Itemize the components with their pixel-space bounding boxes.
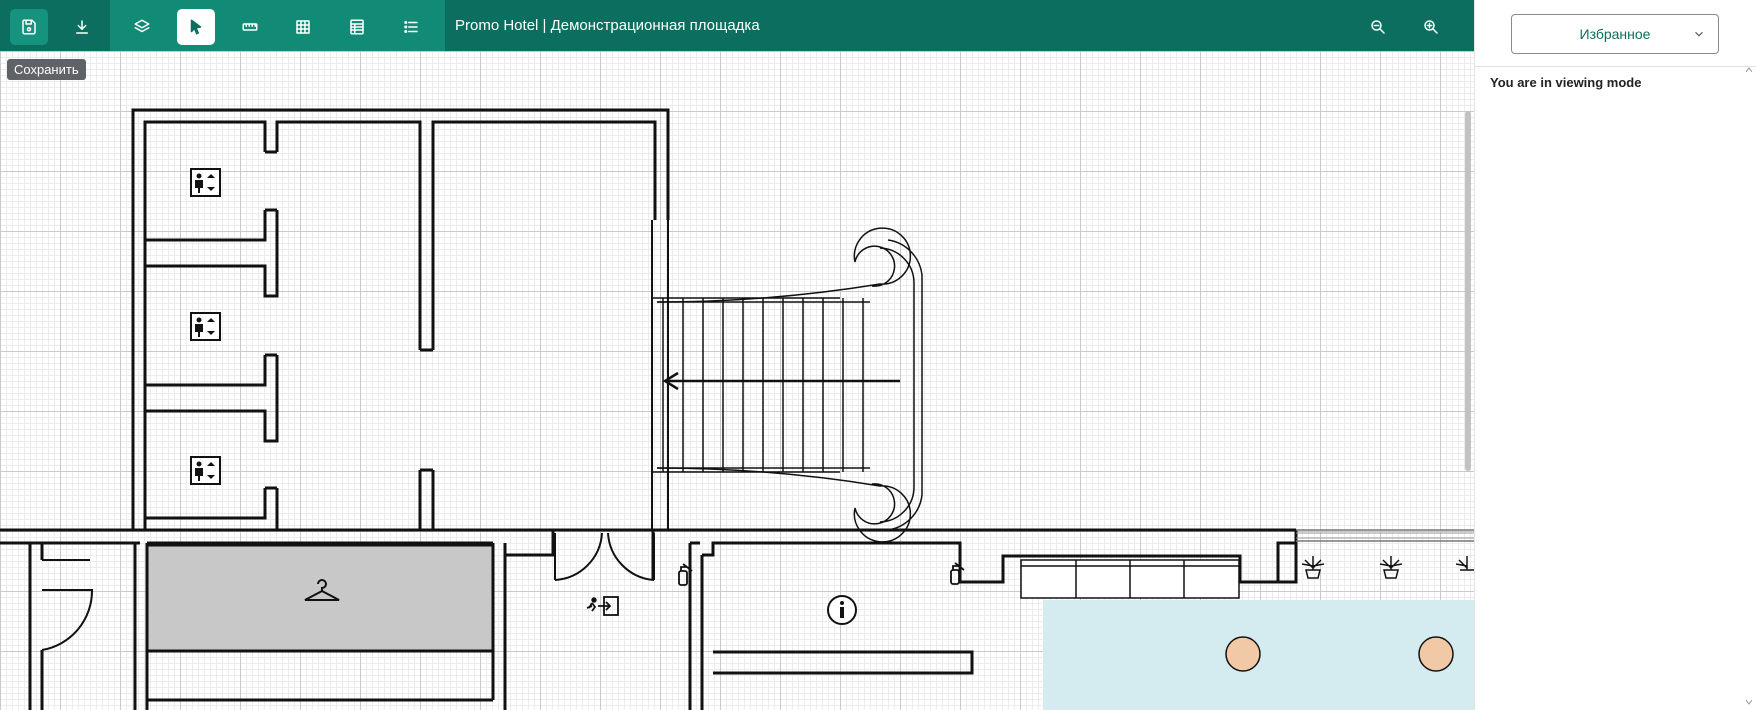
download-button[interactable] [63, 9, 101, 45]
elevator-icon [190, 168, 221, 197]
plant-icon [1455, 556, 1474, 571]
grid-icon [296, 20, 310, 34]
round-table[interactable] [1418, 636, 1454, 672]
zoom-out-icon [1371, 20, 1385, 34]
elevator-icon [190, 456, 221, 485]
floor-plan-editor: Promo Hotel | Демонстрационная площадка … [0, 0, 1756, 710]
list-icon [404, 21, 418, 33]
layers-button[interactable] [123, 9, 161, 45]
canvas-scrollbar[interactable] [1465, 111, 1471, 471]
panel-scrollbar[interactable] [1746, 66, 1752, 706]
favorites-label: Избранное [1579, 26, 1651, 42]
table-icon [350, 19, 364, 35]
elevator-icon [190, 312, 221, 341]
side-panel-header: Избранное [1475, 0, 1756, 67]
ruler-button[interactable] [231, 9, 269, 45]
list-button[interactable] [392, 9, 430, 45]
info-icon [827, 595, 857, 625]
round-table[interactable] [1225, 636, 1261, 672]
side-panel: Избранное You are in viewing mode [1474, 0, 1756, 710]
wardrobe-area[interactable] [145, 543, 495, 653]
cursor-icon [190, 19, 202, 35]
save-button[interactable] [10, 9, 48, 45]
top-toolbar: Promo Hotel | Демонстрационная площадка [0, 0, 1474, 51]
table-button[interactable] [338, 9, 376, 45]
download-icon [76, 20, 88, 34]
page-title: Promo Hotel | Демонстрационная площадка [455, 17, 760, 34]
grid-button[interactable] [284, 9, 322, 45]
select-tool-button[interactable] [177, 9, 215, 45]
zoom-out-button[interactable] [1359, 9, 1397, 45]
layers-icon [134, 19, 150, 33]
staircase[interactable] [652, 227, 923, 543]
save-icon [22, 19, 36, 35]
plant-icon [1301, 556, 1325, 579]
zoom-in-icon [1424, 20, 1438, 34]
plant-icon [1379, 556, 1403, 579]
zoom-in-button[interactable] [1412, 9, 1450, 45]
ruler-icon [242, 23, 258, 31]
emergency-exit-icon [586, 596, 619, 616]
favorites-dropdown[interactable]: Избранное [1511, 14, 1719, 54]
viewing-mode-message: You are in viewing mode [1490, 75, 1642, 90]
chevron-down-icon [1695, 31, 1703, 37]
floor-plan-canvas[interactable] [0, 51, 1474, 710]
sofa[interactable] [1020, 559, 1240, 599]
floor-plan [0, 108, 1474, 710]
save-tooltip: Сохранить [7, 59, 86, 80]
